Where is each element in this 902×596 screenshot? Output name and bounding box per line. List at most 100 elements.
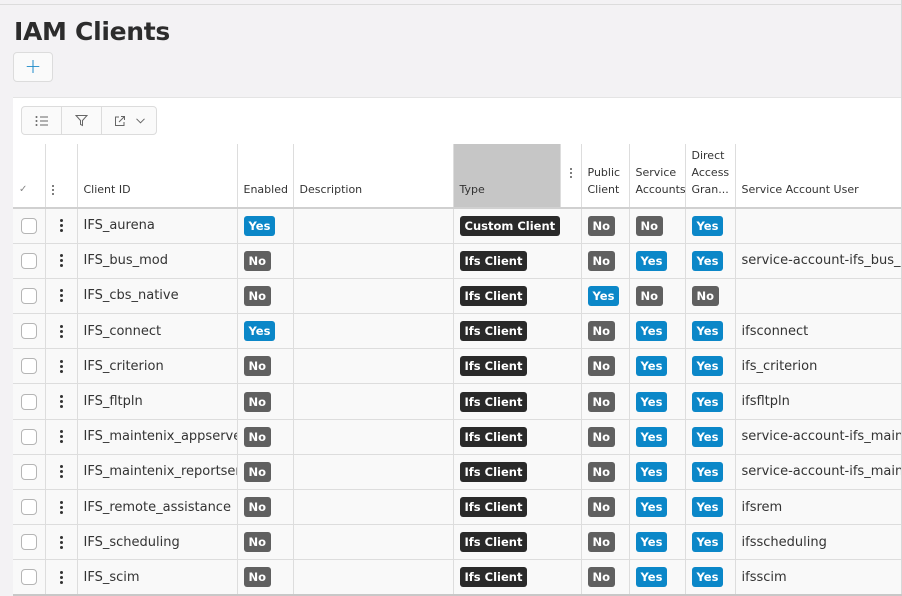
- direct-access-cell: Yes: [684, 242, 736, 279]
- row-menu-cell: [44, 453, 78, 491]
- public-client-cell: Yes: [580, 277, 630, 315]
- service-accounts-badge: Yes: [635, 321, 668, 342]
- client-id-cell[interactable]: IFS_remote_assistance: [76, 488, 238, 526]
- row-menu-kebab-icon[interactable]: [59, 395, 63, 409]
- row-menu-kebab-icon[interactable]: [59, 500, 63, 514]
- row-menu-kebab-icon[interactable]: [59, 535, 63, 549]
- service-accounts-cell: Yes: [628, 559, 686, 596]
- direct-access-badge: Yes: [691, 461, 724, 482]
- export-button[interactable]: [101, 107, 156, 134]
- enabled-cell: No: [236, 524, 294, 561]
- row-menu-kebab-icon[interactable]: [59, 219, 63, 233]
- row-checkbox[interactable]: [20, 499, 37, 516]
- client-id-cell[interactable]: IFS_fltpln: [76, 383, 238, 420]
- grid-toolbar: [21, 106, 157, 135]
- column-header-enabled[interactable]: Enabled: [236, 144, 294, 209]
- column-chooser-button[interactable]: [22, 107, 61, 134]
- table-row[interactable]: IFS_criterion No Ifs Client No Yes Yes ifs_cri…: [13, 348, 902, 385]
- row-checkbox[interactable]: [20, 287, 37, 304]
- public-client-badge: No: [587, 532, 616, 553]
- type-badge: Ifs Client: [459, 426, 528, 447]
- type-cell: Ifs Client: [452, 242, 582, 279]
- export-icon: [114, 115, 125, 126]
- service-accounts-cell: Yes: [628, 488, 686, 526]
- table-row[interactable]: IFS_cbs_native No Ifs Client Yes No No: [13, 277, 902, 315]
- enabled-badge: No: [243, 567, 272, 588]
- client-id-cell[interactable]: IFS_criterion: [76, 348, 238, 385]
- enabled-badge: Yes: [243, 321, 276, 342]
- direct-access-badge: Yes: [691, 567, 724, 588]
- description-cell: [292, 418, 454, 455]
- row-menu-cell: [44, 313, 78, 350]
- column-header-client-id[interactable]: Client ID: [76, 144, 238, 209]
- service-accounts-cell: Yes: [628, 348, 686, 385]
- client-id-cell[interactable]: IFS_cbs_native: [76, 277, 238, 315]
- row-checkbox[interactable]: [20, 217, 37, 234]
- public-client-cell: No: [580, 488, 630, 526]
- enabled-cell: Yes: [236, 207, 294, 244]
- service-account-user-cell: ifsrem: [734, 488, 902, 526]
- type-cell: Ifs Client: [452, 488, 582, 526]
- table-row[interactable]: IFS_fltpln No Ifs Client No Yes Yes ifsfltpln: [13, 383, 902, 420]
- row-menu-header[interactable]: [44, 144, 78, 209]
- select-all-header[interactable]: ✓: [13, 144, 46, 209]
- column-header-service-accounts[interactable]: Service Accounts: [628, 144, 686, 209]
- enabled-cell: No: [236, 453, 294, 491]
- public-client-cell: No: [580, 383, 630, 420]
- client-id-cell[interactable]: IFS_maintenix_appserver: [76, 418, 238, 455]
- row-checkbox[interactable]: [20, 534, 37, 551]
- table-row[interactable]: IFS_scheduling No Ifs Client No Yes Yes ifssch…: [13, 524, 902, 561]
- type-cell: Ifs Client: [452, 524, 582, 561]
- description-cell: [292, 242, 454, 279]
- row-checkbox[interactable]: [20, 569, 37, 586]
- enabled-cell: No: [236, 348, 294, 385]
- direct-access-badge: No: [691, 285, 720, 306]
- row-checkbox[interactable]: [20, 463, 37, 480]
- enabled-badge: No: [243, 497, 272, 518]
- client-id-cell[interactable]: IFS_scheduling: [76, 524, 238, 561]
- type-cell: Ifs Client: [452, 559, 582, 596]
- row-menu-kebab-icon[interactable]: [59, 465, 63, 479]
- table-row[interactable]: IFS_scim No Ifs Client No Yes Yes ifsscim: [13, 559, 902, 596]
- column-header-description[interactable]: Description: [292, 144, 454, 209]
- type-column-menu[interactable]: [559, 144, 582, 209]
- add-client-button[interactable]: +: [13, 52, 53, 82]
- client-id-cell[interactable]: IFS_scim: [76, 559, 238, 596]
- column-header-service-account-user[interactable]: Service Account User: [734, 144, 902, 209]
- row-checkbox[interactable]: [20, 428, 37, 445]
- table-row[interactable]: IFS_bus_mod No Ifs Client No Yes Yes service-a…: [13, 242, 902, 279]
- row-menu-kebab-icon[interactable]: [59, 430, 63, 444]
- row-menu-kebab-icon[interactable]: [59, 254, 63, 268]
- client-id-cell[interactable]: IFS_bus_mod: [76, 242, 238, 279]
- row-menu-kebab-icon[interactable]: [59, 570, 63, 584]
- column-header-direct-access[interactable]: Direct Access Gran...: [684, 144, 736, 209]
- client-id-cell[interactable]: IFS_connect: [76, 313, 238, 350]
- row-menu-kebab-icon[interactable]: [59, 359, 63, 373]
- table-row[interactable]: IFS_maintenix_appserver No Ifs Client No Yes…: [13, 418, 902, 455]
- row-checkbox[interactable]: [20, 393, 37, 410]
- client-id-cell[interactable]: IFS_maintenix_reportserv: [76, 453, 238, 491]
- row-select-cell: [13, 348, 46, 385]
- column-header-public-client[interactable]: Public Client: [580, 144, 630, 209]
- row-menu-cell: [44, 524, 78, 561]
- direct-access-cell: Yes: [684, 524, 736, 561]
- enabled-badge: Yes: [243, 215, 276, 236]
- column-header-type[interactable]: Type: [452, 144, 561, 209]
- row-menu-kebab-icon[interactable]: [59, 324, 63, 338]
- row-checkbox[interactable]: [20, 323, 37, 340]
- row-menu-kebab-icon[interactable]: [59, 289, 63, 303]
- row-menu-cell: [44, 383, 78, 420]
- client-id-cell[interactable]: IFS_aurena: [76, 207, 238, 244]
- description-cell: [292, 383, 454, 420]
- row-select-cell: [13, 207, 46, 244]
- row-checkbox[interactable]: [20, 252, 37, 269]
- filter-button[interactable]: [61, 107, 101, 134]
- description-cell: [292, 453, 454, 491]
- table-row[interactable]: IFS_aurena Yes Custom Client No No Yes: [13, 207, 902, 244]
- table-row[interactable]: IFS_remote_assistance No Ifs Client No Yes Ye…: [13, 488, 902, 526]
- service-account-user-cell: ifsfltpln: [734, 383, 902, 420]
- public-client-cell: No: [580, 348, 630, 385]
- table-row[interactable]: IFS_connect Yes Ifs Client No Yes Yes ifsconne…: [13, 313, 902, 350]
- table-row[interactable]: IFS_maintenix_reportserv No Ifs Client No Ye…: [13, 453, 902, 491]
- row-checkbox[interactable]: [20, 358, 37, 375]
